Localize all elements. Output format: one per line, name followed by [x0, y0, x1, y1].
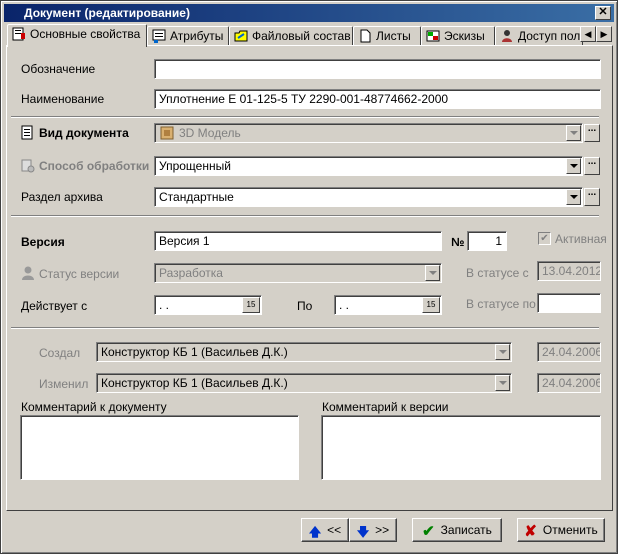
- arrow-down-icon: 🡇: [356, 525, 370, 539]
- modified-label: Изменил: [39, 377, 89, 391]
- created-select[interactable]: Конструктор КБ 1 (Васильев Д.К.): [96, 342, 512, 362]
- valid-to-label: По: [297, 299, 313, 313]
- created-dropdown-button[interactable]: [495, 344, 510, 360]
- user-status-icon: [22, 266, 34, 280]
- doc-type-label: Вид документа: [39, 126, 129, 140]
- active-checkbox[interactable]: ✔: [538, 232, 551, 245]
- designation-label: Обозначение: [21, 62, 96, 76]
- archive-section-label: Раздел архива: [21, 190, 103, 204]
- tab-file-composition[interactable]: Файловый состав: [229, 26, 353, 46]
- calendar-icon: 15: [246, 300, 256, 309]
- window-title: Документ (редактирование): [24, 6, 190, 20]
- checkmark-icon: ✔: [540, 233, 549, 244]
- checkmark-icon: ✔: [422, 523, 435, 540]
- processing-method-label: Способ обработки: [39, 159, 150, 173]
- title-bar[interactable]: Документ (редактирование) ✕: [4, 4, 614, 22]
- archive-section-select[interactable]: Стандартные: [154, 187, 583, 207]
- tab-attributes[interactable]: Атрибуты: [147, 26, 229, 46]
- 3d-model-icon: [160, 126, 174, 140]
- arrow-up-icon: 🡅: [308, 525, 322, 539]
- name-label: Наименование: [21, 92, 105, 106]
- version-status-select[interactable]: Разработка: [154, 263, 442, 283]
- doc-type-select[interactable]: 3D Модель: [154, 123, 583, 143]
- doc-type-dropdown-button[interactable]: [566, 125, 581, 141]
- close-button[interactable]: ✕: [595, 6, 611, 20]
- valid-from-input[interactable]: . . 15: [154, 295, 262, 315]
- version-status-dropdown-button[interactable]: [425, 265, 440, 281]
- version-number-label: №: [451, 235, 465, 249]
- status-since-label: В статусе с: [466, 266, 529, 280]
- tab-scroll-right-button[interactable]: ▶: [596, 26, 612, 42]
- tab-scroll-left-button[interactable]: ◀: [580, 26, 596, 42]
- doc-comment-textarea[interactable]: [20, 415, 299, 480]
- valid-from-label: Действует с: [21, 299, 88, 313]
- version-comment-textarea[interactable]: [321, 415, 601, 480]
- created-label: Создал: [39, 346, 81, 360]
- tab-strip: Основные свойства Атрибуты Файловый сост…: [5, 24, 615, 47]
- valid-to-input[interactable]: . . 15: [334, 295, 442, 315]
- folder-icon: [234, 30, 248, 42]
- sketch-icon: [426, 30, 440, 42]
- properties-icon: [12, 27, 25, 41]
- document-edit-window: Документ (редактирование) ✕ Основные сво…: [0, 0, 618, 554]
- next-button[interactable]: 🡇 >>: [349, 518, 397, 542]
- processing-browse-button[interactable]: ...: [584, 157, 600, 175]
- archive-section-dropdown-button[interactable]: [566, 189, 581, 205]
- version-comment-label: Комментарий к версии: [322, 400, 449, 414]
- doc-comment-label: Комментарий к документу: [21, 400, 167, 414]
- modified-date-field: 24.04.2006: [537, 373, 601, 393]
- tab-sheets[interactable]: Листы: [353, 26, 421, 46]
- modified-dropdown-button[interactable]: [495, 375, 510, 391]
- user-icon: [502, 30, 512, 42]
- version-status-label: Статус версии: [39, 267, 120, 281]
- status-since-field: 13.04.2012: [537, 261, 601, 281]
- close-icon: ✕: [598, 6, 608, 18]
- arrow-right-icon: ▶: [600, 29, 608, 39]
- save-button[interactable]: ✔ Записать: [412, 518, 502, 542]
- archive-section-browse-button[interactable]: ...: [584, 188, 600, 206]
- separator: [11, 215, 599, 217]
- processing-method-select[interactable]: Упрощенный: [154, 156, 583, 176]
- sheet-icon: [360, 29, 371, 43]
- separator: [11, 116, 599, 118]
- attributes-icon: [152, 29, 166, 43]
- version-input[interactable]: Версия 1: [154, 231, 442, 251]
- version-label: Версия: [21, 235, 65, 249]
- status-until-field[interactable]: [537, 293, 601, 313]
- cross-icon: ✘: [524, 523, 537, 540]
- arrow-left-icon: ◀: [584, 29, 592, 39]
- created-date-field: 24.04.2006: [537, 342, 601, 362]
- version-number-input[interactable]: 1: [467, 231, 507, 251]
- modified-select[interactable]: Конструктор КБ 1 (Васильев Д.К.): [96, 373, 512, 393]
- active-label: Активная: [555, 232, 607, 246]
- name-input[interactable]: Уплотнение Е 01-125-5 ТУ 2290-001-487746…: [154, 89, 601, 109]
- cancel-button[interactable]: ✘ Отменить: [517, 518, 605, 542]
- designation-input[interactable]: [154, 59, 601, 79]
- tab-user-access[interactable]: Доступ поль: [495, 26, 583, 46]
- tab-sketches[interactable]: Эскизы: [421, 26, 495, 46]
- document-type-icon: [21, 125, 33, 140]
- processing-dropdown-button[interactable]: [566, 158, 581, 174]
- separator: [11, 327, 599, 329]
- processing-method-icon: [21, 159, 35, 173]
- valid-from-calendar-button[interactable]: 15: [242, 297, 260, 313]
- tab-main-properties[interactable]: Основные свойства: [7, 24, 147, 47]
- valid-to-calendar-button[interactable]: 15: [422, 297, 440, 313]
- previous-button[interactable]: 🡅 <<: [301, 518, 349, 542]
- calendar-icon: 15: [426, 300, 436, 309]
- doc-type-browse-button[interactable]: ...: [584, 124, 600, 142]
- status-until-label: В статусе по: [466, 297, 536, 311]
